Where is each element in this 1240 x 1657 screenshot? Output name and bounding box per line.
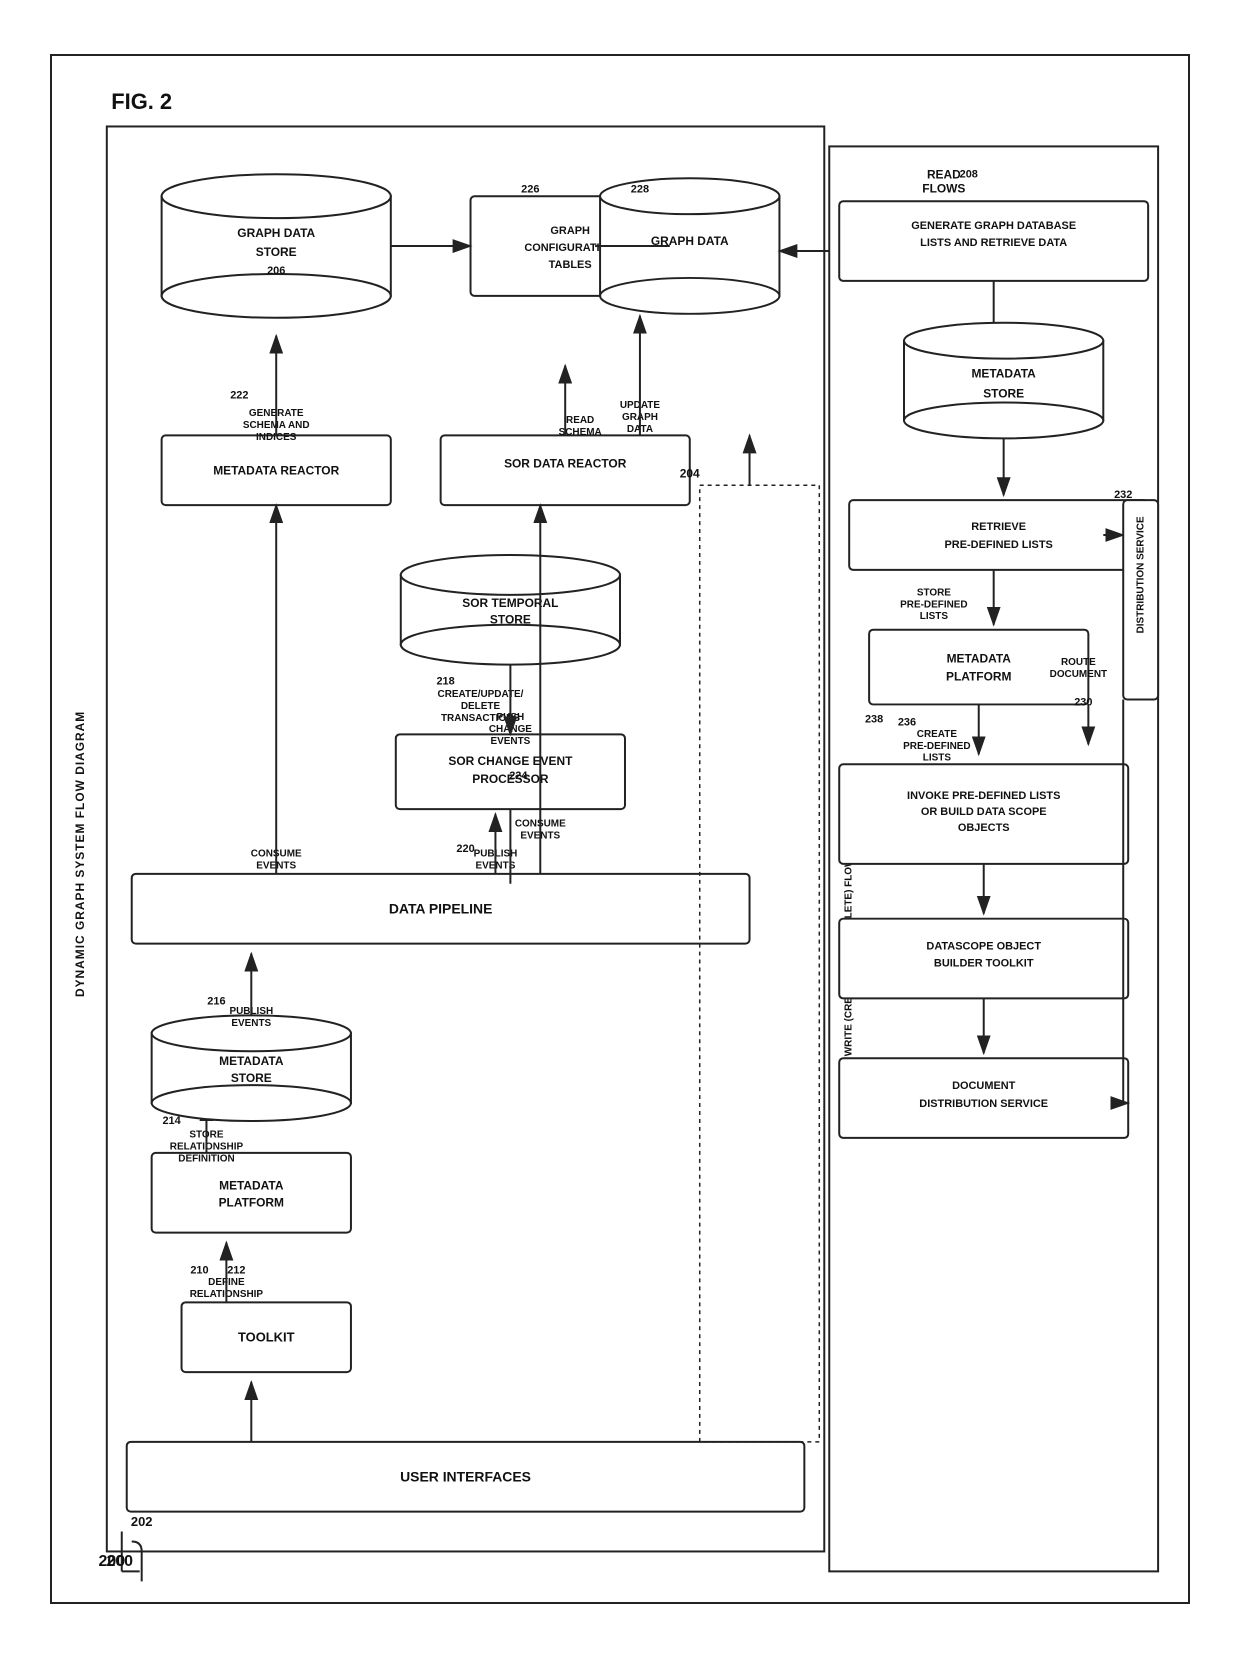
ref-208: 208 — [960, 168, 978, 180]
datascope-object-label: DATASCOPE OBJECT — [926, 940, 1041, 952]
graph-data-store-label2: STORE — [256, 245, 297, 259]
ref-214: 214 — [162, 1114, 181, 1126]
metadata-platform-right-box — [869, 629, 1088, 704]
write-flows-boundary — [700, 485, 820, 1442]
distribution-service-top-label: DISTRIBUTION SERVICE — [1136, 516, 1147, 633]
metadata-store-right-bottom — [904, 402, 1103, 438]
metadata-store-right-label: METADATA — [971, 366, 1036, 380]
ref-230: 230 — [1074, 696, 1092, 708]
store-rel-label3: DEFINITION — [178, 1153, 234, 1164]
graph-data-store-bottom — [162, 273, 391, 317]
ref-218: 218 — [436, 675, 454, 687]
datascope-object-label2: BUILDER TOOLKIT — [934, 957, 1034, 969]
diagram-container: FIG. 2 DYNAMIC GRAPH SYSTEM FLOW DIAGRAM… — [50, 54, 1190, 1604]
read-flows-label2: FLOWS — [922, 181, 965, 195]
page: FIG. 2 DYNAMIC GRAPH SYSTEM FLOW DIAGRAM… — [0, 0, 1240, 1657]
ref-232: 232 — [1114, 489, 1132, 501]
invoke-predefined-label: INVOKE PRE-DEFINED LISTS — [907, 790, 1060, 802]
sor-temporal-store-bottom — [401, 624, 620, 664]
ref-236: 236 — [898, 716, 916, 728]
data-pipeline-label: DATA PIPELINE — [389, 900, 493, 916]
metadata-store-left-bottom — [152, 1085, 351, 1121]
ref-224: 224 — [509, 770, 528, 782]
push-change-label3: EVENTS — [490, 735, 530, 746]
metadata-platform-right-label: METADATA — [947, 651, 1012, 665]
metadata-platform-left-label: METADATA — [219, 1178, 284, 1192]
invoke-predefined-label2: OR BUILD DATA SCOPE — [921, 806, 1047, 818]
ref-216: 216 — [207, 995, 225, 1007]
metadata-platform-right-label2: PLATFORM — [946, 669, 1011, 683]
publish-events-left-label2: EVENTS — [231, 1017, 271, 1028]
store-predefined-label2: PRE-DEFINED — [900, 599, 967, 610]
read-flows-label: READ — [927, 167, 961, 181]
metadata-store-left-label: METADATA — [219, 1054, 284, 1068]
invoke-predefined-label3: OBJECTS — [958, 822, 1010, 834]
generate-graph-db-label2: LISTS AND RETRIEVE DATA — [920, 237, 1067, 249]
ref-204: 204 — [680, 466, 700, 480]
ref-238: 238 — [865, 713, 883, 725]
retrieve-predefined-label2: PRE-DEFINED LISTS — [945, 539, 1053, 551]
ref-212: 212 — [227, 1264, 245, 1276]
metadata-store-right-label2: STORE — [983, 386, 1024, 400]
metadata-reactor-label: METADATA REACTOR — [213, 463, 339, 477]
ref-200-label: 200 — [98, 1552, 125, 1569]
graph-data-cylinder-top — [600, 178, 779, 214]
graph-data-store-label: GRAPH DATA — [237, 226, 315, 240]
metadata-store-right-top — [904, 322, 1103, 358]
fig-title: DYNAMIC GRAPH SYSTEM FLOW DIAGRAM — [73, 710, 87, 996]
generate-graph-db-label: GENERATE GRAPH DATABASE — [911, 220, 1076, 232]
metadata-platform-left-label2: PLATFORM — [219, 1195, 284, 1209]
graph-config-label3: TABLES — [549, 258, 592, 270]
store-predefined-label3: LISTS — [920, 611, 949, 622]
read-schema-label: READ — [566, 414, 594, 425]
document-dist-service-label2: DISTRIBUTION SERVICE — [919, 1098, 1048, 1110]
ref-220: 220 — [456, 842, 474, 854]
ref-228: 228 — [631, 183, 649, 195]
sor-temporal-store-label2: STORE — [490, 612, 531, 626]
fig-label: FIG. 2 — [111, 89, 172, 114]
document-dist-service-label: DOCUMENT — [952, 1080, 1016, 1092]
graph-data-store-top — [162, 174, 391, 218]
ref-210: 210 — [190, 1264, 208, 1276]
metadata-store-left-label2: STORE — [231, 1071, 272, 1085]
create-update-label2: DELETE — [461, 700, 501, 711]
create-predefined-label: CREATE — [917, 728, 958, 739]
store-predefined-label: STORE — [917, 587, 951, 598]
sor-data-reactor-label: SOR DATA REACTOR — [504, 456, 627, 470]
ref-202: 202 — [131, 1514, 153, 1529]
user-interfaces-label: USER INTERFACES — [400, 1468, 531, 1484]
ref-206: 206 — [267, 264, 285, 276]
create-predefined-label3: LISTS — [923, 752, 952, 763]
graph-data-cylinder-bottom — [600, 277, 779, 313]
ref-226: 226 — [521, 183, 539, 195]
sor-temporal-store-top — [401, 554, 620, 594]
sor-temporal-store-label: SOR TEMPORAL — [462, 595, 558, 609]
route-document-label2: DOCUMENT — [1050, 669, 1108, 680]
route-document-label: ROUTE — [1061, 657, 1096, 668]
create-update-label3: TRANSACTIONS — [441, 712, 520, 723]
sor-change-event-label: SOR CHANGE EVENT — [448, 754, 573, 768]
ref-222: 222 — [230, 389, 248, 401]
create-predefined-label2: PRE-DEFINED — [903, 740, 970, 751]
graph-config-label: GRAPH — [550, 225, 590, 237]
retrieve-predefined-label: RETRIEVE — [971, 521, 1026, 533]
toolkit-label: TOOLKIT — [238, 1329, 295, 1344]
